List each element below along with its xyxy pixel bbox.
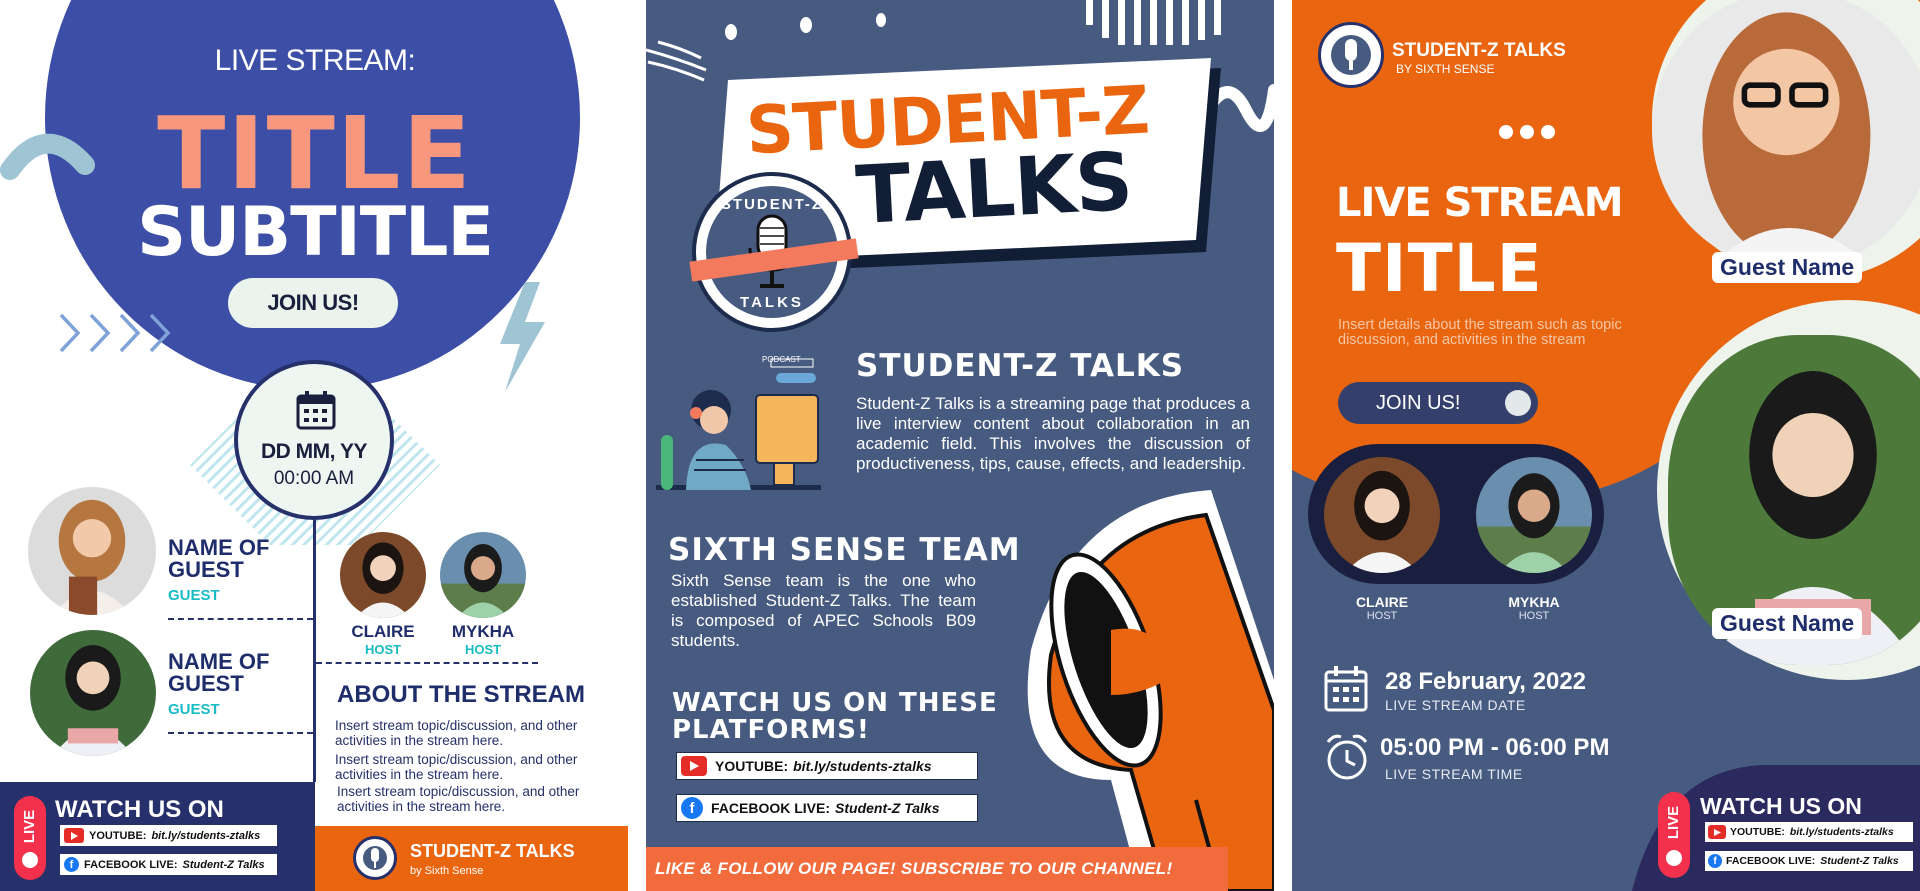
facebook-icon: f bbox=[1708, 854, 1722, 868]
live-label: LIVE bbox=[21, 809, 39, 843]
alarm-clock-icon bbox=[1326, 734, 1368, 780]
facebook-icon: f bbox=[681, 797, 703, 819]
watch-heading: WATCH US ON bbox=[1700, 793, 1862, 819]
watch-section: LIVE WATCH US ON YOUTUBE: bit.ly/students… bbox=[0, 782, 315, 891]
date-badge: DD MM, YY 00:00 AM bbox=[234, 360, 394, 520]
poster-subtitle: SUBTITLE bbox=[137, 193, 494, 272]
brand-logo-icon bbox=[1318, 22, 1384, 88]
host-card: CLAIRE HOST bbox=[351, 622, 415, 657]
youtube-link[interactable]: YOUTUBE: bit.ly/students-ztalks bbox=[1705, 822, 1913, 842]
brand-name: STUDENT-Z TALKS bbox=[1392, 40, 1566, 61]
divider bbox=[168, 618, 313, 620]
host-card: MYKHA HOST bbox=[451, 622, 515, 657]
time-caption: LIVE STREAM TIME bbox=[1385, 766, 1523, 782]
chevron-arrows-icon bbox=[59, 313, 171, 353]
footer-bar: LIKE & FOLLOW OUR PAGE! SUBSCRIBE TO OUR… bbox=[646, 847, 1228, 891]
youtube-icon bbox=[1708, 825, 1726, 839]
watch-heading: WATCH US ON THESE PLATFORMS! bbox=[672, 688, 998, 745]
host-card: MYKHA HOST bbox=[1508, 594, 1560, 622]
guest-photo bbox=[30, 630, 156, 756]
megaphone-icon bbox=[1027, 490, 1274, 891]
guest-name-tag: Guest Name bbox=[1712, 252, 1863, 283]
host-card: CLAIRE HOST bbox=[1355, 594, 1409, 622]
guest-name: NAME OF GUEST GUEST bbox=[168, 535, 270, 605]
eyebrow-text: LIVE STREAM: bbox=[214, 44, 416, 77]
about-heading: ABOUT THE STREAM bbox=[337, 681, 585, 708]
youtube-icon bbox=[64, 828, 84, 843]
facebook-link[interactable]: f FACEBOOK LIVE: Student-Z Talks bbox=[1705, 851, 1913, 871]
time-text: 05:00 PM - 06:00 PM bbox=[1380, 734, 1610, 761]
poster-middle: STUDENT-Z TALKS STUDENT-Z TALKS PODCAST … bbox=[646, 0, 1274, 891]
about-paragraph: Insert stream topic/discussion, and othe… bbox=[335, 752, 578, 782]
toggle-knob bbox=[1505, 390, 1531, 416]
host-photo bbox=[440, 532, 526, 618]
youtube-icon bbox=[681, 756, 707, 776]
host-photo bbox=[340, 532, 426, 618]
timeline-line bbox=[313, 520, 316, 782]
join-button[interactable]: JOIN US! bbox=[1338, 382, 1538, 424]
live-badge: LIVE bbox=[1658, 792, 1690, 878]
date-caption: LIVE STREAM DATE bbox=[1385, 697, 1526, 713]
logo-top-text: STUDENT-Z bbox=[720, 196, 824, 213]
join-button[interactable]: JOIN US! bbox=[228, 278, 398, 328]
youtube-link[interactable]: YOUTUBE: bit.ly/students-ztalks bbox=[676, 752, 978, 780]
guest-name-tag: Guest Name bbox=[1712, 608, 1863, 639]
watch-heading: WATCH US ON bbox=[55, 796, 224, 823]
host-photo bbox=[1476, 457, 1592, 573]
brand-name: STUDENT-Z TALKS bbox=[410, 841, 575, 861]
about-text: Student-Z Talks is a streaming page that… bbox=[856, 394, 1250, 473]
team-text: Sixth Sense team is the one who establis… bbox=[671, 571, 976, 650]
youtube-link[interactable]: YOUTUBE: bit.ly/students-ztalks bbox=[60, 825, 277, 846]
about-heading: STUDENT-Z TALKS bbox=[856, 348, 1185, 384]
podcast-illustration bbox=[656, 358, 821, 490]
guest-role: GUEST bbox=[168, 587, 220, 604]
facebook-link[interactable]: f FACEBOOK LIVE: Student-Z Talks bbox=[676, 794, 978, 822]
guest-photo bbox=[28, 487, 156, 615]
brand-bar: STUDENT-Z TALKS by Sixth Sense bbox=[315, 826, 628, 891]
about-paragraph: Insert stream topic/discussion, and othe… bbox=[335, 718, 578, 748]
live-label: LIVE bbox=[1665, 805, 1683, 839]
podcast-logo: STUDENT-Z TALKS bbox=[689, 172, 859, 332]
poster-right: Guest Name Guest Name STUDENT-Z TALKS BY… bbox=[1292, 0, 1920, 891]
calendar-icon bbox=[296, 391, 336, 430]
poster-title: TITLE bbox=[1336, 230, 1543, 307]
stream-description: Insert details about the stream such as … bbox=[1338, 317, 1622, 348]
facebook-link[interactable]: f FACEBOOK LIVE: Student-Z Talks bbox=[60, 854, 277, 875]
guest-role: GUEST bbox=[168, 701, 220, 718]
dots-decoration bbox=[1499, 125, 1555, 144]
about-paragraph: Insert stream topic/discussion, and othe… bbox=[337, 784, 580, 814]
time-text: 00:00 AM bbox=[273, 468, 355, 489]
guest-name: NAME OF GUEST GUEST bbox=[168, 649, 270, 719]
podcast-tag: PODCAST bbox=[762, 355, 801, 364]
record-dot-icon bbox=[1666, 850, 1682, 866]
logo-bottom-text: TALKS bbox=[740, 294, 804, 311]
host-photo bbox=[1324, 457, 1440, 573]
brand-by: by Sixth Sense bbox=[410, 865, 484, 877]
divider bbox=[168, 732, 313, 734]
calendar-icon bbox=[1324, 666, 1368, 712]
brand-logo-icon bbox=[353, 836, 397, 880]
banner-title-line2: TALKS bbox=[853, 134, 1135, 243]
lightning-icon bbox=[500, 282, 545, 392]
record-dot-icon bbox=[22, 852, 38, 868]
poster-left: LIVE STREAM: TITLE SUBTITLE JOIN US! DD … bbox=[0, 0, 628, 891]
live-stream-heading: LIVE STREAM bbox=[1336, 180, 1624, 226]
facebook-icon: f bbox=[64, 857, 79, 872]
divider bbox=[316, 662, 538, 664]
date-text: DD MM, YY bbox=[261, 440, 367, 463]
team-heading: SIXTH SENSE TEAM bbox=[668, 532, 1021, 568]
live-badge: LIVE bbox=[14, 796, 46, 880]
date-text: 28 February, 2022 bbox=[1385, 668, 1587, 695]
brand-by: BY SIXTH SENSE bbox=[1396, 62, 1495, 76]
